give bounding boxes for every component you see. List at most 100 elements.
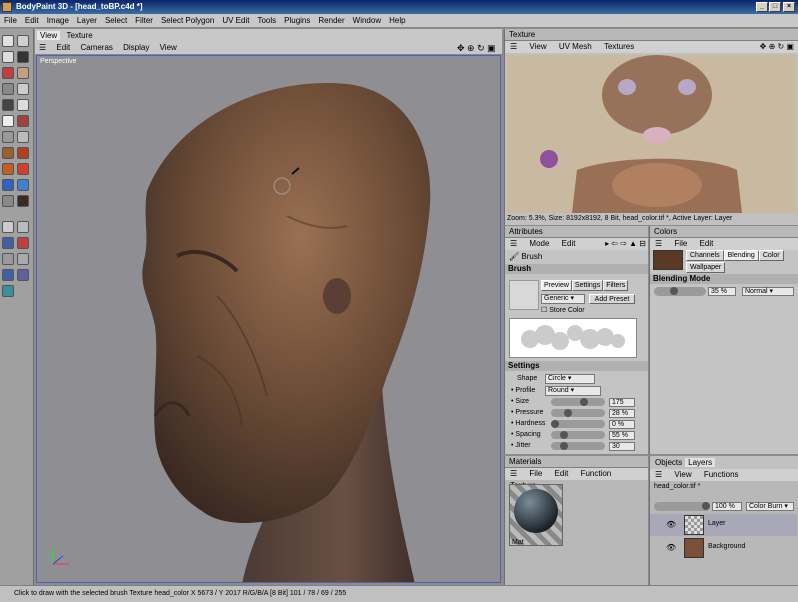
texture-mode-icon[interactable]	[17, 67, 29, 79]
attributes-nav-icons[interactable]: ▸ ⇦ ⇨ ▲ ⊟	[600, 238, 648, 250]
checker-icon[interactable]	[2, 131, 14, 143]
viewport-menu-display[interactable]: Display	[119, 43, 153, 52]
eraser-icon[interactable]	[17, 179, 29, 191]
tab-view[interactable]: View	[37, 31, 61, 40]
brush-param-field[interactable]: 0 %	[609, 420, 635, 429]
select-icon[interactable]	[2, 51, 14, 63]
menu-render[interactable]: Render	[314, 14, 348, 28]
polygon-icon[interactable]	[2, 99, 14, 111]
transform-icon[interactable]	[17, 269, 29, 281]
texture-nav-icons[interactable]: ✥ ⊕ ↻ ▣	[755, 41, 798, 53]
color-picker-icon[interactable]	[2, 195, 14, 207]
smudge-icon[interactable]	[17, 163, 29, 175]
menu-select-polygon[interactable]: Select Polygon	[157, 14, 218, 28]
background-visibility-icon[interactable]: 👁	[666, 543, 676, 552]
menu-window[interactable]: Window	[349, 14, 385, 28]
blend-opacity-knob[interactable]	[670, 287, 678, 295]
uv-icon[interactable]	[17, 99, 29, 111]
viewport-menu-edit[interactable]: Edit	[52, 43, 74, 52]
close-button[interactable]: ×	[783, 2, 795, 12]
pencil-icon[interactable]	[17, 147, 29, 159]
menu-file[interactable]: File	[0, 14, 21, 28]
undo-icon[interactable]	[2, 35, 14, 47]
materials-menu-function[interactable]: Function	[576, 468, 617, 480]
brush-param-knob[interactable]	[563, 409, 572, 417]
tab-brush-settings[interactable]: Settings	[571, 280, 604, 291]
layer-mode-select[interactable]: Color Burn ▾	[746, 502, 794, 511]
checker-alt-icon[interactable]	[17, 131, 29, 143]
tab-channels[interactable]: Channels	[686, 250, 724, 261]
checker-small-icon[interactable]	[2, 253, 14, 265]
layers-menu-icon[interactable]: ☰	[650, 469, 667, 481]
store-color-checkbox[interactable]: ☐ Store Color	[541, 306, 585, 314]
tab-preview[interactable]: Preview	[541, 280, 572, 291]
menu-edit[interactable]: Edit	[21, 14, 43, 28]
tab-objects[interactable]: Objects	[652, 458, 685, 467]
menu-help[interactable]: Help	[385, 14, 409, 28]
shape-select[interactable]: Circle ▾	[545, 374, 595, 384]
brush-param-slider[interactable]	[551, 431, 605, 439]
layer-row[interactable]: 👁 Background	[650, 537, 797, 559]
texture-menu-view[interactable]: View	[524, 41, 551, 53]
menu-select[interactable]: Select	[101, 14, 131, 28]
colors-menu-edit[interactable]: Edit	[695, 238, 719, 250]
attributes-menu-edit[interactable]: Edit	[557, 238, 581, 250]
menu-filter[interactable]: Filter	[131, 14, 157, 28]
clone-icon[interactable]	[17, 237, 29, 249]
layers-menu-view[interactable]: View	[669, 469, 696, 481]
add-preset-button[interactable]: Add Preset	[589, 294, 635, 304]
materials-menu-edit[interactable]: Edit	[550, 468, 574, 480]
layers-menu-functions[interactable]: Functions	[699, 469, 744, 481]
brush-param-knob[interactable]	[551, 420, 559, 428]
layer-opacity-slider[interactable]	[654, 502, 710, 511]
minimize-button[interactable]: _	[756, 2, 768, 12]
profile-select[interactable]: Round ▾	[545, 386, 601, 396]
brush-param-field[interactable]: 28 %	[609, 409, 635, 418]
brush-param-field[interactable]: 30	[609, 442, 635, 451]
menu-tools[interactable]: Tools	[253, 14, 280, 28]
layer-opacity-knob[interactable]	[702, 502, 710, 510]
layer-icon[interactable]	[17, 115, 29, 127]
menu-layer[interactable]: Layer	[73, 14, 101, 28]
menu-plugins[interactable]: Plugins	[280, 14, 314, 28]
texture-canvas[interactable]	[507, 55, 797, 213]
blend-opacity-field[interactable]: 35 %	[708, 287, 736, 296]
paintbrush-icon[interactable]	[2, 147, 14, 159]
menu-image[interactable]: Image	[43, 14, 73, 28]
selection-rect-icon[interactable]	[2, 221, 14, 233]
magic-wand-icon[interactable]	[2, 269, 14, 281]
brush-param-knob[interactable]	[560, 442, 569, 450]
materials-menu-icon[interactable]: ☰	[505, 468, 522, 480]
material-thumb[interactable]: Mat	[509, 484, 563, 546]
viewport-nav-icons[interactable]: ✥ ⊕ ↻ ▣	[457, 42, 496, 54]
brush-icon[interactable]	[17, 83, 29, 95]
brush-param-field[interactable]: 55 %	[609, 431, 635, 440]
attributes-menu-icon[interactable]: ☰	[505, 238, 522, 250]
layer-opacity-field[interactable]: 100 %	[712, 502, 742, 511]
tab-layers[interactable]: Layers	[685, 458, 716, 467]
viewport-menu-icon[interactable]: ☰	[39, 43, 50, 52]
preset-select[interactable]: Generic ▾	[541, 294, 585, 304]
fill-icon[interactable]	[2, 179, 14, 191]
selection-lasso-icon[interactable]	[17, 221, 29, 233]
brush-param-knob[interactable]	[579, 398, 588, 406]
tab-wallpaper[interactable]: Wallpaper	[686, 262, 726, 273]
projection-icon[interactable]	[2, 115, 14, 127]
viewport-3d[interactable]: Perspective	[36, 55, 501, 583]
colors-menu-icon[interactable]: ☰	[650, 238, 667, 250]
blend-mode-select[interactable]: Normal ▾	[742, 287, 794, 296]
colors-menu-file[interactable]: File	[669, 238, 692, 250]
blend-opacity-slider[interactable]	[654, 287, 706, 296]
brush-param-slider[interactable]	[551, 442, 605, 450]
brush-param-knob[interactable]	[560, 431, 569, 439]
materials-menu-file[interactable]: File	[524, 468, 547, 480]
tab-color[interactable]: Color	[758, 250, 784, 261]
texture-menu-textures[interactable]: Textures	[599, 41, 639, 53]
viewport-menu-view[interactable]: View	[156, 43, 181, 52]
menu-uv-edit[interactable]: UV Edit	[218, 14, 253, 28]
grid-icon[interactable]	[2, 83, 14, 95]
brush-param-slider[interactable]	[551, 420, 605, 428]
move-icon[interactable]	[17, 51, 29, 63]
brush-param-slider[interactable]	[551, 398, 605, 406]
tab-blending[interactable]: Blending	[723, 250, 759, 261]
